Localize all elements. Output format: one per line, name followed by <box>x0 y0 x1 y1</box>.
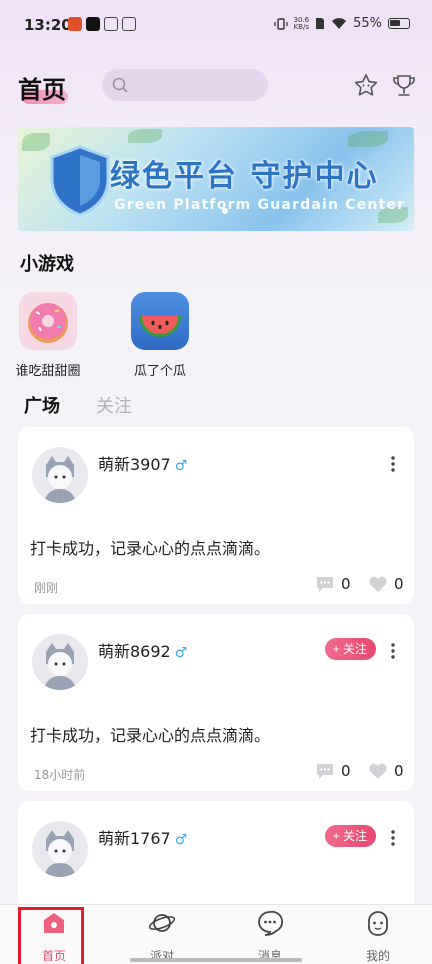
section-title-games: 小游戏 <box>20 254 74 275</box>
male-icon: ♂ <box>174 458 188 474</box>
male-icon: ♂ <box>174 645 188 661</box>
default-avatar-icon <box>44 830 76 877</box>
trophy-icon[interactable] <box>391 73 417 99</box>
comment-count[interactable]: 0 <box>315 575 351 593</box>
like-count[interactable]: 0 <box>368 762 404 780</box>
follow-button[interactable]: + 关注 <box>324 825 376 847</box>
page-title: 首页 <box>18 76 66 104</box>
comment-count[interactable]: 0 <box>315 762 351 780</box>
planet-icon <box>148 914 176 932</box>
wifi-icon <box>332 18 347 29</box>
like-count[interactable]: 0 <box>368 575 404 593</box>
username[interactable]: 萌新8692 ♂ <box>98 638 187 662</box>
male-icon: ♂ <box>174 832 188 848</box>
status-right: 30.6 KB/s 55% <box>273 15 410 31</box>
network-speed: 30.6 KB/s <box>293 15 310 31</box>
post-time: 刚刚 <box>34 581 59 595</box>
vibrate-icon <box>273 17 288 30</box>
search-icon <box>112 77 128 93</box>
sim-icon <box>316 18 325 29</box>
app-notification-icon-3 <box>122 17 136 31</box>
game-label: 谁吃甜甜圈 <box>15 364 81 379</box>
game-item-donut[interactable]: 谁吃甜甜圈 <box>8 292 88 379</box>
post-time: 18小时前 <box>34 768 86 782</box>
leaf-decoration <box>22 133 50 151</box>
tab-square[interactable]: 广场 <box>24 392 60 418</box>
username[interactable]: 萌新3907 ♂ <box>98 451 187 475</box>
battery-icon <box>388 18 410 29</box>
post-text: 打卡成功，记录心心的点点滴滴。 <box>30 726 271 745</box>
nav-item-me[interactable]: 我的 <box>348 909 408 964</box>
app-screen: 13:20 30.6 KB/s 55% 首页 绿色平台 守护中心 Green P… <box>0 0 432 964</box>
battery-percent: 55% <box>353 16 382 31</box>
active-tab-highlight <box>18 907 84 964</box>
search-input[interactable] <box>102 69 268 101</box>
post-text: 打卡成功，记录心心的点点滴滴。 <box>30 539 271 558</box>
heart-icon <box>369 576 387 592</box>
shield-icon <box>50 145 110 217</box>
username[interactable]: 萌新1767 ♂ <box>98 825 187 849</box>
app-notification-icon-1 <box>68 17 82 31</box>
donut-icon <box>19 292 77 350</box>
more-options-icon[interactable] <box>390 455 396 473</box>
tab-following[interactable]: 关注 <box>96 392 132 418</box>
default-avatar-icon <box>44 456 76 503</box>
chat-bubble-icon <box>258 910 284 936</box>
leaf-decoration <box>348 131 388 147</box>
game-label: 瓜了个瓜 <box>133 364 186 379</box>
promo-banner[interactable]: 绿色平台 守护中心 Green Platform Guardain Center <box>18 127 414 231</box>
avatar[interactable] <box>32 634 88 690</box>
more-options-icon[interactable] <box>390 829 396 847</box>
profile-face-icon <box>368 911 388 936</box>
more-options-icon[interactable] <box>390 642 396 660</box>
tiktok-icon <box>86 17 100 31</box>
home-indicator[interactable] <box>130 958 302 962</box>
follow-button[interactable]: + 关注 <box>324 638 376 660</box>
page-title-wrap: 首页 <box>18 70 68 105</box>
star-face-icon[interactable] <box>353 73 379 99</box>
post-card[interactable]: 萌新8692 ♂ + 关注 打卡成功，记录心心的点点滴滴。 18小时前 0 0 <box>18 614 414 791</box>
top-header: 首页 <box>0 60 432 120</box>
banner-subtitle: Green Platform Guardain Center <box>114 197 406 213</box>
default-avatar-icon <box>44 643 76 690</box>
heart-icon <box>369 763 387 779</box>
nav-item-messages[interactable]: 消息 <box>240 909 300 964</box>
watermelon-icon <box>131 292 189 350</box>
carousel-indicator <box>222 208 228 214</box>
post-card[interactable]: 萌新3907 ♂ 打卡成功，记录心心的点点滴滴。 刚刚 0 0 <box>18 427 414 604</box>
game-item-watermelon[interactable]: 瓜了个瓜 <box>120 292 200 379</box>
comment-icon <box>317 577 333 592</box>
status-time: 13:20 <box>24 16 72 34</box>
avatar[interactable] <box>32 821 88 877</box>
banner-title: 绿色平台 守护中心 <box>110 159 379 194</box>
avatar[interactable] <box>32 447 88 503</box>
comment-icon <box>317 764 333 779</box>
app-notification-icon-2 <box>104 17 118 31</box>
leaf-decoration <box>128 129 162 143</box>
nav-item-party[interactable]: 派对 <box>132 909 192 964</box>
status-bar: 13:20 30.6 KB/s 55% <box>0 0 432 50</box>
